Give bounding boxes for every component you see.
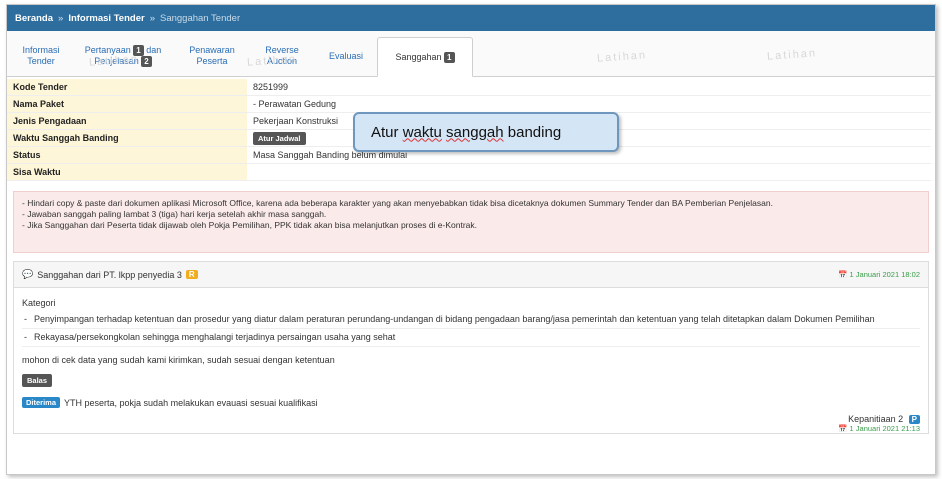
sanggahan-message: mohon di cek data yang sudah kami kirimk… [22, 355, 335, 365]
kategori-list: - Penyimpangan terhadap ketentuan dan pr… [22, 311, 920, 347]
calendar-icon: 📅 [838, 270, 848, 279]
info-value: - Perawatan Gedung [253, 99, 337, 109]
sanggahan-body: Kategori - Penyimpangan terhadap ketentu… [14, 288, 928, 433]
callout-text: banding [503, 123, 562, 141]
sanggahan-date-text: 1 Januari 2021 18:02 [849, 270, 920, 279]
sanggahan-date: 📅 1 Januari 2021 18:02 [838, 270, 920, 279]
breadcrumb-home[interactable]: Beranda [15, 13, 53, 24]
warning-line: - Hindari copy & paste dari dokumen apli… [22, 198, 773, 208]
role-badge: R [185, 270, 198, 279]
info-value [247, 164, 931, 180]
watermark-text: Latihan [766, 47, 818, 63]
info-label: Waktu Sanggah Banding [7, 130, 247, 146]
reply-meta: Kepanitiaan 2 P 📅 1 Januari 2021 21:13 [22, 414, 920, 433]
warning-notice: - Hindari copy & paste dari dokumen apli… [13, 191, 929, 253]
warning-line: - Jika Sanggahan dari Peserta tidak dija… [22, 220, 478, 230]
author-badge: P [908, 415, 920, 424]
callout-word: waktu [402, 123, 442, 141]
calendar-icon: 📅 [838, 424, 848, 433]
reply-date-text: 1 Januari 2021 21:13 [849, 424, 920, 433]
tab-label: Informasi Tender [22, 45, 60, 66]
status-badge: Diterima [22, 397, 61, 408]
kategori-text: Penyimpangan terhadap ketentuan dan pros… [34, 314, 875, 324]
tab-label: Penawaran Peserta [189, 45, 235, 66]
tab-evaluasi[interactable]: Evaluasi [315, 36, 377, 76]
kategori-label: Kategori [22, 298, 56, 308]
breadcrumb-separator: » [149, 12, 155, 24]
list-bullet: - [24, 332, 27, 342]
balas-button[interactable]: Balas [22, 374, 53, 387]
list-bullet: - [24, 314, 27, 324]
sanggahan-panel: 💬 Sanggahan dari PT. lkpp penyedia 3 R 📅… [13, 261, 929, 434]
callout-annotation: Atur waktu sanggah banding [353, 112, 619, 152]
breadcrumb-separator: » [58, 12, 64, 24]
info-row-sisa-waktu: Sisa Waktu [7, 164, 931, 181]
warning-line: - Jawaban sanggah paling lambat 3 (tiga)… [22, 209, 327, 219]
callout-word: sanggah [446, 123, 504, 141]
sanggahan-title: Sanggahan dari PT. lkpp penyedia 3 [37, 269, 182, 280]
breadcrumb: Beranda » Informasi Tender » Sanggahan T… [7, 5, 935, 31]
info-value: 8251999 [253, 82, 289, 92]
info-label: Status [7, 147, 247, 163]
tab-label: Evaluasi [328, 50, 364, 61]
sanggahan-header: 💬 Sanggahan dari PT. lkpp penyedia 3 R 📅… [14, 262, 928, 288]
info-label: Jenis Pengadaan [7, 113, 247, 129]
tab-penawaran-peserta[interactable]: Penawaran Peserta [175, 36, 249, 76]
info-row-nama-paket: Nama Paket - Perawatan Gedung [7, 96, 931, 113]
callout-text: Atur [371, 123, 403, 141]
comments-icon: 💬 [22, 269, 34, 279]
info-row-kode-tender: Kode Tender 8251999 [7, 79, 931, 96]
reply-author: Kepanitiaan 2 [848, 414, 904, 424]
info-label: Sisa Waktu [7, 164, 247, 180]
breadcrumb-informasi-tender[interactable]: Informasi Tender [68, 13, 144, 24]
kategori-item: - Penyimpangan terhadap ketentuan dan pr… [22, 311, 920, 329]
tab-informasi-tender[interactable]: Informasi Tender [11, 36, 71, 76]
tab-badge: 2 [141, 56, 152, 67]
reply-text: YTH peserta, pokja sudah melakukan evaua… [64, 397, 318, 408]
reply-date: 📅 1 Januari 2021 21:13 [22, 424, 920, 433]
tab-label: Sanggahan [395, 51, 442, 62]
tab-bar: Latihan Latihan Latihan Latihan Informas… [7, 31, 935, 77]
info-label: Kode Tender [7, 79, 247, 95]
breadcrumb-current: Sanggahan Tender [159, 12, 241, 24]
atur-jadwal-button[interactable]: Atur Jadwal [253, 131, 306, 145]
kategori-item: - Rekayasa/persekongkolan sehingga mengh… [22, 329, 920, 347]
tab-sanggahan[interactable]: Sanggahan 1 [377, 37, 473, 77]
app-frame: Beranda » Informasi Tender » Sanggahan T… [6, 4, 936, 475]
info-label: Nama Paket [7, 96, 247, 112]
tab-label: dan [146, 45, 162, 55]
tab-badge: 1 [444, 51, 455, 63]
watermark-text: Latihan [596, 49, 648, 65]
kategori-text: Rekayasa/persekongkolan sehingga menghal… [34, 332, 396, 342]
reply-entry: Diterima YTH peserta, pokja sudah melaku… [22, 397, 920, 408]
